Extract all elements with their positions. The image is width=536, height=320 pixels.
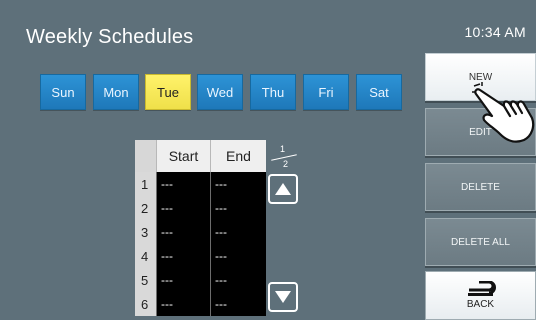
start-time-cell[interactable]: --- xyxy=(161,177,173,191)
day-tab-wed[interactable]: Wed xyxy=(197,74,243,110)
end-time-cell[interactable]: --- xyxy=(215,273,227,287)
end-time-cell[interactable]: --- xyxy=(215,249,227,263)
start-time-cell[interactable]: --- xyxy=(161,249,173,263)
current-page: 1 xyxy=(280,144,286,154)
row-number: 6 xyxy=(141,297,149,312)
delete-button[interactable]: DELETE xyxy=(425,163,536,211)
back-button[interactable]: BACK xyxy=(425,271,536,320)
hand-pointer-icon xyxy=(472,82,535,143)
day-tab-mon[interactable]: Mon xyxy=(93,74,139,110)
table-corner xyxy=(135,140,157,172)
start-column[interactable]: --- --- --- --- --- --- xyxy=(156,172,210,316)
day-tab-fri[interactable]: Fri xyxy=(303,74,349,110)
start-time-cell[interactable]: --- xyxy=(161,225,173,239)
triangle-down-icon xyxy=(275,291,291,303)
row-number: 3 xyxy=(141,225,149,240)
end-time-cell[interactable]: --- xyxy=(215,201,227,215)
row-number: 1 xyxy=(141,177,149,192)
start-time-cell[interactable]: --- xyxy=(161,273,173,287)
delete-all-button[interactable]: DELETE ALL xyxy=(425,218,536,266)
end-column[interactable]: --- --- --- --- --- --- xyxy=(210,172,266,316)
day-tab-sun[interactable]: Sun xyxy=(40,74,86,110)
day-tab-sat[interactable]: Sat xyxy=(356,74,402,110)
back-label: BACK xyxy=(466,299,495,310)
start-column-header: Start xyxy=(156,140,210,172)
end-time-cell[interactable]: --- xyxy=(215,225,227,239)
end-column-header: End xyxy=(210,140,266,172)
row-number: 5 xyxy=(141,273,149,288)
start-time-cell[interactable]: --- xyxy=(161,201,173,215)
schedule-screen: Weekly Schedules 10:34 AM Sun Mon Tue We… xyxy=(0,0,536,320)
total-pages: 2 xyxy=(283,159,289,169)
row-number: 4 xyxy=(141,249,149,264)
day-tab-thu[interactable]: Thu xyxy=(250,74,296,110)
start-time-cell[interactable]: --- xyxy=(161,297,173,311)
end-time-cell[interactable]: --- xyxy=(215,177,227,191)
triangle-up-icon xyxy=(275,183,291,195)
row-number: 2 xyxy=(141,201,149,216)
clock: 10:34 AM xyxy=(464,24,526,40)
scroll-up-button[interactable] xyxy=(268,174,298,204)
return-arrow-icon xyxy=(467,281,496,296)
scroll-down-button[interactable] xyxy=(268,282,298,312)
schedule-table: Start End 1 2 3 4 5 6 --- --- --- --- --… xyxy=(135,140,266,316)
end-time-cell[interactable]: --- xyxy=(215,297,227,311)
page-title: Weekly Schedules xyxy=(26,26,194,48)
day-tab-tue[interactable]: Tue xyxy=(145,74,191,110)
row-number-column: 1 2 3 4 5 6 xyxy=(135,172,156,316)
